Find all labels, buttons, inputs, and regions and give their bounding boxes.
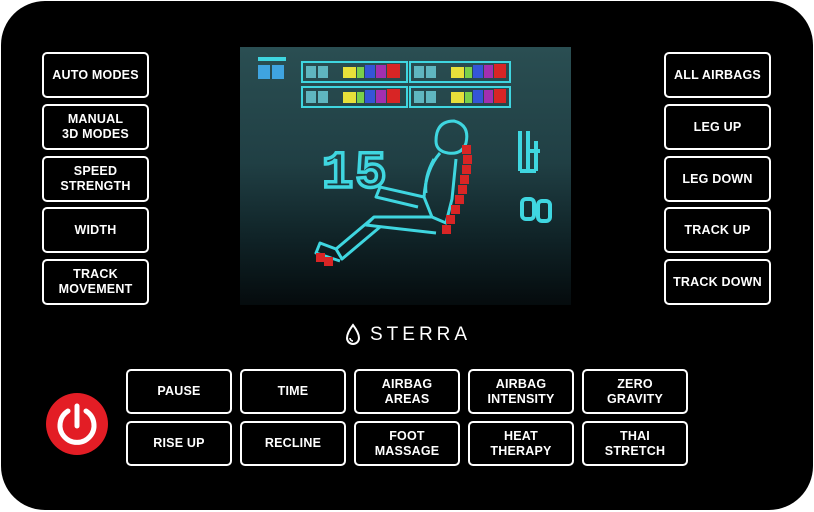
track-movement-button[interactable]: TRACK MOVEMENT — [42, 259, 149, 305]
intensity-symbol-icon — [518, 131, 540, 173]
rise-up-button[interactable]: RISE UP — [126, 421, 232, 466]
heat-therapy-button[interactable]: HEAT THERAPY — [468, 421, 574, 466]
recline-button[interactable]: RECLINE — [240, 421, 346, 466]
foot-roller-icon — [520, 197, 552, 223]
brand-name: STERRA — [370, 324, 472, 345]
leg-down-button[interactable]: LEG DOWN — [664, 156, 771, 202]
track-down-button[interactable]: TRACK DOWN — [664, 259, 771, 305]
power-button[interactable] — [46, 393, 108, 455]
time-button[interactable]: TIME — [240, 369, 346, 414]
zero-gravity-button[interactable]: ZERO GRAVITY — [582, 369, 688, 414]
mode-indicator-icon — [258, 57, 286, 79]
droplet-icon — [345, 323, 361, 345]
width-button[interactable]: WIDTH — [42, 207, 149, 253]
foot-massage-button[interactable]: FOOT MASSAGE — [354, 421, 460, 466]
airbag-areas-button[interactable]: AIRBAG AREAS — [354, 369, 460, 414]
speed-strength-button[interactable]: SPEED STRENGTH — [42, 156, 149, 202]
pause-button[interactable]: PAUSE — [126, 369, 232, 414]
thai-stretch-button[interactable]: THAI STRETCH — [582, 421, 688, 466]
airbag-level-bars — [301, 61, 511, 108]
lcd-graphics: 15 — [258, 57, 552, 266]
leg-up-button[interactable]: LEG UP — [664, 104, 771, 150]
manual-3d-modes-button[interactable]: MANUAL 3D MODES — [42, 104, 149, 150]
airbag-intensity-button[interactable]: AIRBAG INTENSITY — [468, 369, 574, 414]
power-icon — [57, 403, 97, 445]
brand-logo: STERRA — [344, 323, 471, 347]
track-up-button[interactable]: TRACK UP — [664, 207, 771, 253]
all-airbags-button[interactable]: ALL AIRBAGS — [664, 52, 771, 98]
lcd-display: 15 — [240, 47, 571, 305]
auto-modes-button[interactable]: AUTO MODES — [42, 52, 149, 98]
